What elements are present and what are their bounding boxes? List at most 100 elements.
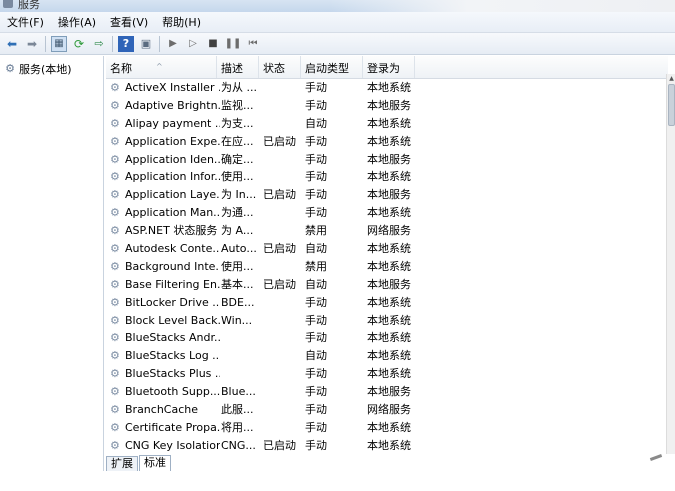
service-name: ⚙ ASP.NET 状态服务 [110,222,220,240]
menu-help[interactable]: 帮助(H) [155,14,208,30]
service-description: 为 In... [221,188,257,202]
table-row[interactable]: ⚙ Alipay payment ... 为支... 自动 本地系统 [106,115,668,133]
table-row[interactable]: ⚙ Application Iden... 确定... 手动 本地服务 [106,151,668,169]
table-row[interactable]: ⚙ BlueStacks Andr... 手动 本地系统 [106,329,668,347]
table-row[interactable]: ⚙ BlueStacks Plus ... 手动 本地系统 [106,365,668,383]
service-name-text: Certificate Propa... [125,420,220,434]
table-row[interactable]: ⚙ Application Man... 为通... 手动 本地系统 [106,204,668,222]
services-list: ^ 名称 描述 状态 启动类型 登录为 ⚙ ActiveX Installer .… [106,56,675,454]
service-startup-type: 手动 [305,81,327,94]
service-status [263,312,301,330]
stop-icon[interactable]: ■ [205,36,221,52]
service-status [263,115,301,133]
app-icon [3,0,13,8]
service-gear-icon: ⚙ [110,277,120,291]
play-icon[interactable]: ▶ [165,36,181,52]
tab-standard[interactable]: 标准 [139,455,171,471]
service-name: ⚙ CNG Key Isolation [110,437,220,454]
service-name-text: Background Inte... [125,259,220,273]
service-startup-type: 手动 [305,295,327,309]
service-startup-type: 手动 [305,134,327,148]
table-row[interactable]: ⚙ Certificate Propa... 将用... 手动 本地系统 [106,419,668,437]
service-status [263,365,301,383]
service-description: 监视... [221,98,254,112]
table-row[interactable]: ⚙ BitLocker Drive ... BDE... 手动 本地系统 [106,294,668,312]
service-gear-icon: ⚙ [110,81,120,94]
table-row[interactable]: ⚙ ASP.NET 状态服务为 A... 禁用 网络服务 [106,222,668,240]
service-status: 已启动 [263,277,296,291]
column-header-label: 名称 [110,62,132,75]
forward-arrow-icon[interactable]: ➡ [24,36,40,52]
toolbar: ⬅ ➡ ▦ ⟳ ⇨ ? ▣ ▶ ▷ ■ ❚❚ ⏮ [0,33,675,55]
table-row[interactable]: ⚙ Background Inte... 使用... 禁用 本地系统 [106,258,668,276]
service-name: ⚙ Application Laye... [110,186,220,204]
console-tree-icon[interactable]: ▦ [51,35,67,52]
service-gear-icon: ⚙ [110,403,120,417]
column-header-description[interactable]: 描述 [217,56,259,78]
service-name-text: Application Expe... [125,134,220,148]
table-row[interactable]: ⚙ BlueStacks Log ... 自动 本地系统 [106,347,668,365]
service-startup-type: 自动 [305,277,327,291]
table-row[interactable]: ⚙ ActiveX Installer ... 为从 ... 手动 本地系统 [106,79,668,97]
tab-extended[interactable]: 扩展 [106,456,138,471]
table-row[interactable]: ⚙ Base Filtering En... 基本... 已启动 自动 本地服务 [106,276,668,294]
service-name: ⚙ Application Man... [110,204,220,222]
service-name: ⚙ Certificate Propa... [110,419,220,437]
service-gear-icon: ⚙ [110,224,120,238]
status-area [0,471,675,491]
service-name: ⚙ BlueStacks Andr... [110,329,220,347]
scroll-thumb[interactable] [668,84,675,126]
service-logon-as: 本地系统 [367,313,411,327]
export-list-icon[interactable]: ⇨ [91,36,107,52]
service-name-text: Base Filtering En... [125,277,220,291]
menu-action[interactable]: 操作(A) [51,14,103,30]
service-gear-icon: ⚙ [110,98,120,112]
table-row[interactable]: ⚙ Application Expe... 在应... 已启动 手动 本地系统 [106,133,668,151]
back-arrow-icon[interactable]: ⬅ [4,36,20,52]
scroll-up-icon[interactable]: ▲ [667,74,675,83]
service-description: Blue... [221,385,256,399]
service-gear-icon: ⚙ [110,349,120,363]
service-name-text: Adaptive Brightn... [125,98,220,112]
tree-item-services-local[interactable]: ⚙ 服务(本地) [4,61,72,77]
service-logon-as: 本地服务 [367,152,411,166]
service-description: 使用... [221,170,254,184]
service-gear-icon: ⚙ [110,134,120,148]
service-name: ⚙ Autodesk Conte... [110,240,220,258]
restart-icon[interactable]: ⏮ [245,36,261,52]
properties-icon[interactable]: ▣ [138,36,154,52]
service-gear-icon: ⚙ [110,242,120,256]
service-gear-icon: ⚙ [110,170,120,184]
table-row[interactable]: ⚙ CNG Key Isolation CNG... 已启动 手动 本地系统 [106,437,668,454]
service-gear-icon: ⚙ [110,116,120,130]
column-header-status[interactable]: 状态 [259,56,301,78]
service-gear-icon: ⚙ [110,152,120,166]
service-startup-type: 手动 [305,403,327,417]
service-name-text: Application Iden... [125,152,220,166]
service-startup-type: 手动 [305,313,327,327]
vertical-scrollbar[interactable]: ▲ [666,74,675,454]
column-header-name[interactable]: ^ 名称 [106,56,217,78]
play-outline-icon[interactable]: ▷ [185,36,201,52]
refresh-icon[interactable]: ⟳ [71,36,87,52]
help-icon[interactable]: ? [118,35,134,52]
service-status [263,79,301,97]
table-row[interactable]: ⚙ Bluetooth Supp... Blue... 手动 本地服务 [106,383,668,401]
table-row[interactable]: ⚙ Block Level Back... Win... 手动 本地系统 [106,312,668,330]
column-header-logon-as[interactable]: 登录为 [363,56,415,78]
table-row[interactable]: ⚙ Application Laye... 为 In... 已启动 手动 本地服务 [106,186,668,204]
service-startup-type: 手动 [305,188,327,202]
table-row[interactable]: ⚙ Adaptive Brightn... 监视... 手动 本地服务 [106,97,668,115]
menu-file[interactable]: 文件(F) [0,14,51,30]
service-logon-as: 本地系统 [367,242,411,256]
service-name-text: BranchCache [125,403,199,417]
table-row[interactable]: ⚙ BranchCache 此服... 手动 网络服务 [106,401,668,419]
column-header-startup-type[interactable]: 启动类型 [301,56,363,78]
service-description: 为通... [221,206,254,220]
pause-icon[interactable]: ❚❚ [225,36,242,52]
service-logon-as: 本地系统 [367,331,411,345]
table-row[interactable]: ⚙ Application Infor... 使用... 手动 本地系统 [106,168,668,186]
menu-view[interactable]: 查看(V) [103,14,155,30]
service-description: 基本... [221,277,254,291]
table-row[interactable]: ⚙ Autodesk Conte... Auto... 已启动 自动 本地系统 [106,240,668,258]
